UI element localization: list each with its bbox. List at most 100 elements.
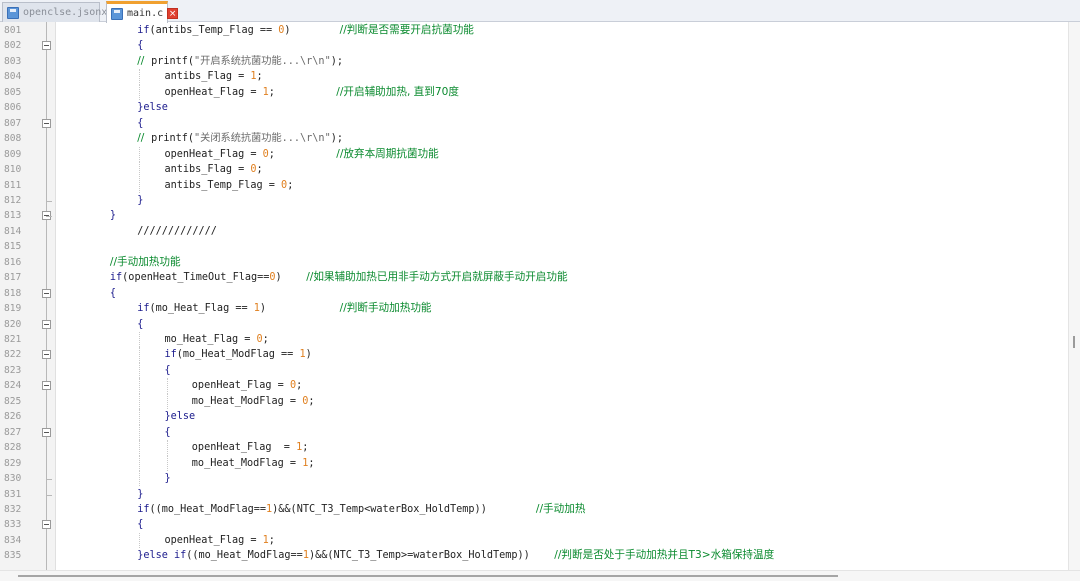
code-line[interactable]: }else: [137, 100, 168, 115]
horizontal-scroll-thumb[interactable]: [18, 575, 838, 577]
tab-main-c[interactable]: main.c ×: [106, 1, 179, 23]
indent-guide: [139, 471, 141, 487]
code-line[interactable]: {: [137, 317, 143, 332]
code-line[interactable]: }: [137, 193, 143, 208]
code-line[interactable]: {: [137, 517, 143, 532]
line-number: 817: [4, 272, 22, 284]
line-number: 809: [4, 148, 22, 160]
indent-guide: [166, 393, 169, 410]
fold-collapse-icon[interactable]: [42, 381, 51, 391]
code-line[interactable]: }: [110, 208, 116, 223]
line-number: 830: [4, 473, 22, 485]
line-number: 806: [4, 102, 22, 114]
code-line[interactable]: mo_Heat_ModFlag = 0;: [192, 394, 315, 409]
line-number: 804: [4, 71, 22, 83]
code-line[interactable]: //手动加热功能: [110, 255, 181, 270]
indent-guide: [166, 378, 169, 394]
indent-guide: [139, 162, 141, 178]
code-line[interactable]: if(mo_Heat_Flag == 1) //判断手动加热功能: [137, 301, 431, 316]
indent-guide: [139, 84, 141, 101]
indent-guide: [166, 455, 169, 472]
fold-collapse-icon[interactable]: [42, 41, 51, 51]
indent-guide: [139, 455, 141, 472]
code-line[interactable]: {: [110, 286, 116, 301]
code-editor[interactable]: 801 802 803 804 805 806 807 808 809 810 811 812 813 8…: [0, 22, 1068, 570]
code-line[interactable]: openHeat_Flag = 0;: [192, 378, 302, 393]
indent-guide: [139, 347, 141, 363]
file-icon: [111, 7, 123, 20]
code-line[interactable]: openHeat_Flag = 1;: [192, 440, 309, 455]
line-number: 807: [4, 117, 22, 129]
code-line[interactable]: // printf("关闭系统抗菌功能...\r\n");: [137, 131, 343, 146]
vertical-scrollbar[interactable]: [1068, 22, 1080, 570]
indent-guide: [139, 332, 141, 348]
code-line[interactable]: // printf("开启系统抗菌功能...\r\n");: [137, 54, 343, 69]
line-number: 833: [4, 519, 22, 531]
indent-guide: [139, 393, 141, 410]
line-number: 812: [4, 194, 22, 206]
code-line[interactable]: antibs_Flag = 1;: [165, 69, 263, 84]
code-line[interactable]: if(antibs_Temp_Flag == 0) //判断是否需要开启抗菌功能: [137, 23, 474, 38]
tab-bar: openclse.jsonx main.c ×: [0, 0, 1080, 23]
indent-guide: [139, 177, 141, 193]
code-line[interactable]: if((mo_Heat_ModFlag==1)&&(NTC_T3_Temp<wa…: [137, 502, 585, 517]
close-icon[interactable]: ×: [167, 8, 179, 19]
fold-end-tick: [46, 216, 52, 218]
code-line[interactable]: /////////////: [137, 224, 217, 239]
fold-end-tick: [46, 494, 52, 496]
code-line[interactable]: }else if((mo_Heat_ModFlag==1)&&(NTC_T3_T…: [137, 548, 774, 563]
indent-guide: [139, 532, 141, 549]
code-line[interactable]: }: [165, 471, 171, 486]
line-number: 801: [4, 25, 22, 36]
indent-guide: [139, 69, 141, 85]
code-line[interactable]: {: [165, 425, 171, 440]
line-number: 831: [4, 488, 22, 500]
line-number: 808: [4, 133, 22, 145]
file-icon: [7, 6, 19, 19]
code-line[interactable]: mo_Heat_Flag = 0;: [165, 332, 269, 347]
code-line[interactable]: antibs_Temp_Flag = 0;: [165, 178, 294, 193]
code-line[interactable]: {: [137, 116, 143, 131]
indent-guide: [139, 409, 141, 425]
code-line[interactable]: if(mo_Heat_ModFlag == 1): [165, 347, 312, 362]
fold-collapse-icon[interactable]: [42, 350, 51, 360]
code-line[interactable]: antibs_Flag = 0;: [165, 162, 263, 177]
line-number: 826: [4, 411, 22, 423]
line-number: 829: [4, 457, 22, 469]
vertical-scroll-thumb[interactable]: [1073, 336, 1075, 348]
code-line[interactable]: if(openHeat_TimeOut_Flag==0) //如果辅助加热已用非…: [110, 270, 568, 285]
code-line[interactable]: mo_Heat_ModFlag = 1;: [192, 456, 315, 471]
line-number: 820: [4, 318, 22, 330]
tab-openclse[interactable]: openclse.jsonx: [2, 2, 107, 22]
horizontal-scrollbar[interactable]: [0, 570, 1080, 581]
fold-collapse-icon[interactable]: [42, 288, 51, 298]
indent-guide: [139, 424, 141, 441]
line-number: 821: [4, 334, 22, 345]
line-number: 805: [4, 86, 22, 98]
code-line[interactable]: }else: [165, 409, 196, 424]
line-number: 802: [4, 40, 22, 52]
fold-collapse-icon[interactable]: [42, 520, 51, 530]
indent-guide: [139, 146, 141, 163]
fold-collapse-icon[interactable]: [42, 118, 51, 128]
fold-collapse-icon[interactable]: [42, 427, 51, 437]
code-line[interactable]: openHeat_Flag = 0; //放弃本周期抗菌功能: [165, 147, 439, 162]
code-line[interactable]: openHeat_Flag = 1; //开启辅助加热, 直到70度: [165, 85, 459, 100]
line-number: 813: [4, 210, 22, 222]
line-number: 834: [4, 534, 22, 546]
line-number: 824: [4, 380, 22, 392]
line-number: 819: [4, 303, 22, 315]
indent-guide: [139, 362, 141, 379]
code-line[interactable]: openHeat_Flag = 1;: [165, 533, 275, 548]
line-number: 823: [4, 364, 22, 376]
code-line[interactable]: }: [137, 487, 143, 502]
line-number: 816: [4, 256, 22, 268]
fold-collapse-icon[interactable]: [42, 319, 51, 329]
fold-end-tick: [46, 200, 52, 202]
indent-guide: [139, 378, 141, 394]
code-line[interactable]: {: [137, 38, 143, 53]
line-number: 825: [4, 395, 22, 407]
tab-label: openclse.jsonx: [23, 7, 108, 18]
line-number: 814: [4, 225, 22, 237]
code-line[interactable]: {: [165, 363, 171, 378]
